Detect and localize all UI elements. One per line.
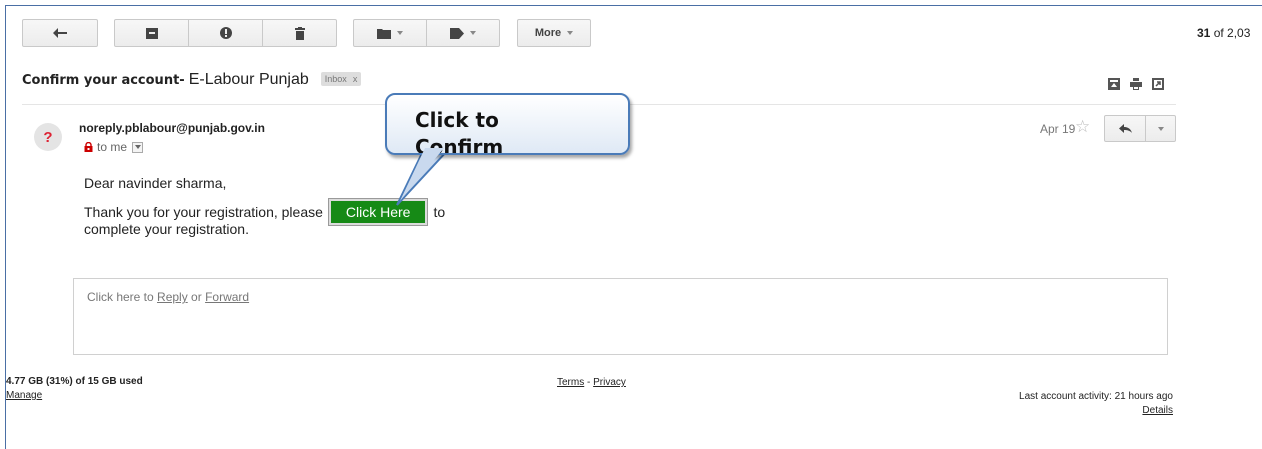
recipient-line: to me: [84, 140, 144, 154]
archive-button[interactable]: [114, 19, 189, 47]
print-icon[interactable]: [1130, 77, 1142, 90]
pager-rest: of 2,03: [1210, 26, 1251, 40]
callout-pointer-cover: [400, 148, 444, 201]
chevron-down-icon: [397, 31, 403, 35]
subject-line: Confirm your account- E-Labour Punjab In…: [22, 71, 362, 89]
quick-reply-prompt: Click here to Reply or Forward: [87, 290, 249, 304]
body-text-before-button: Thank you for your registration, please: [84, 204, 323, 220]
back-arrow-icon: [53, 28, 67, 38]
storage-info: 4.77 GB (31%) of 15 GB used Manage: [6, 376, 143, 401]
more-label: More: [534, 27, 562, 39]
star-icon[interactable]: ☆: [1075, 117, 1090, 137]
account-activity: Last account activity: 21 hours ago Deta…: [997, 391, 1173, 416]
more-actions-button[interactable]: [1145, 115, 1176, 142]
inbox-label-text: Inbox: [324, 74, 347, 84]
lock-icon: [84, 142, 93, 152]
inbox-label-tag[interactable]: Inbox x: [320, 72, 362, 86]
storage-used: 4.77 GB (31%) of 15 GB used: [6, 376, 143, 387]
delete-icon: [294, 26, 305, 40]
sender-address[interactable]: noreply.pblabour@punjab.gov.in: [79, 121, 265, 135]
more-button[interactable]: More: [517, 19, 591, 47]
message-date: Apr 19: [1040, 122, 1076, 136]
pager-count: 31 of 2,03: [1197, 26, 1250, 40]
show-details-button[interactable]: [132, 141, 144, 153]
new-window-icon[interactable]: [1152, 77, 1164, 90]
move-to-button[interactable]: [353, 19, 427, 47]
footer-separator: -: [584, 377, 594, 388]
back-button[interactable]: [22, 19, 98, 47]
terms-link[interactable]: Terms: [557, 377, 584, 388]
footer-links: Terms - Privacy: [557, 377, 626, 388]
reply-prompt-middle: or: [187, 290, 206, 304]
labels-button[interactable]: [426, 19, 500, 47]
reply-link[interactable]: Reply: [157, 290, 188, 304]
frame-top-border: [5, 5, 1262, 6]
recipient-label: to me: [97, 140, 128, 154]
expand-all-icon[interactable]: [1108, 77, 1120, 90]
subject-bold: Confirm your account-: [22, 73, 185, 88]
reply-prompt-prefix: Click here to: [87, 290, 158, 304]
manage-link[interactable]: Manage: [6, 390, 143, 401]
pager-current: 31: [1197, 26, 1211, 40]
avatar: ?: [34, 123, 62, 151]
label-icon: [450, 27, 464, 39]
reply-button[interactable]: [1104, 115, 1146, 142]
details-link[interactable]: Details: [997, 405, 1173, 416]
folder-icon: [377, 28, 391, 39]
chevron-down-icon: [470, 31, 476, 35]
last-activity-text: Last account activity: 21 hours ago: [1019, 391, 1173, 402]
report-spam-button[interactable]: [188, 19, 263, 47]
remove-label-icon[interactable]: x: [353, 74, 358, 84]
body-line-3: complete your registration.: [84, 221, 249, 237]
chevron-down-icon: [1157, 126, 1164, 131]
delete-button[interactable]: [262, 19, 337, 47]
archive-icon: [145, 28, 158, 39]
report-spam-icon: [219, 27, 232, 39]
chevron-down-icon: [567, 31, 574, 35]
quick-reply-box[interactable]: Click here to Reply or Forward: [73, 278, 1168, 355]
chevron-down-icon: [134, 145, 141, 149]
thread-actions: [1108, 77, 1164, 90]
forward-link[interactable]: Forward: [205, 290, 249, 304]
subject-plain: E-Labour Punjab: [188, 71, 309, 88]
reply-icon: [1118, 124, 1132, 133]
privacy-link[interactable]: Privacy: [593, 377, 626, 388]
greeting: Dear navinder sharma,: [84, 175, 227, 191]
